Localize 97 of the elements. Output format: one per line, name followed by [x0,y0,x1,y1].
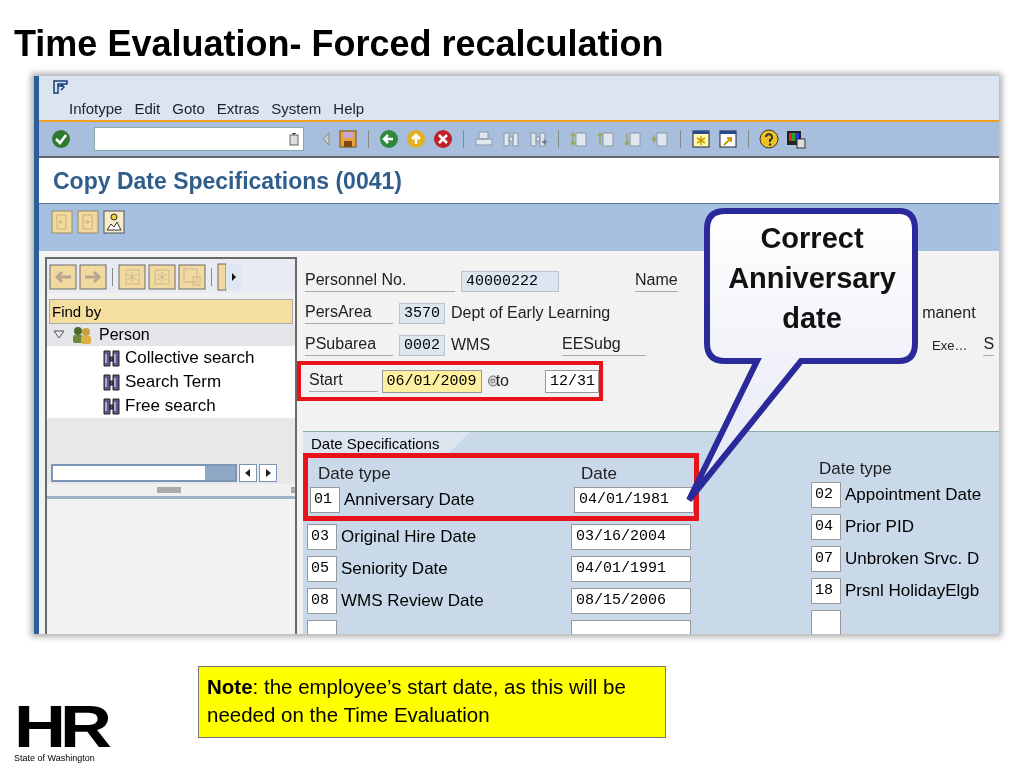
people-icon [71,326,93,344]
cancel-icon[interactable] [433,129,453,149]
menu-item[interactable]: Infotype [69,100,123,117]
binoculars-icon [103,373,120,391]
back-arrow-icon[interactable] [321,131,331,147]
previous-page-icon[interactable] [596,129,616,149]
date-field[interactable]: 03/16/2004 [571,524,691,550]
last-page-icon[interactable] [650,129,670,149]
scroll-left-icon[interactable] [239,464,257,482]
tree-node[interactable]: Person [47,324,295,346]
scroll-right-icon[interactable] [259,464,277,482]
window-menu-icon[interactable] [53,80,69,94]
field-text: WMS [451,336,492,354]
callout-text: Correct Anniversary date [727,221,897,336]
code-field[interactable]: 08 [307,588,337,614]
print-icon[interactable] [474,129,494,149]
date-type-label: Unbroken Srvc. D [845,549,981,569]
slide-title: Time Evaluation- Forced recalculation [13,22,665,60]
code-field[interactable]: 01 [310,487,340,513]
horizontal-scrollbar[interactable] [51,464,237,482]
column-header: Date type [819,459,892,479]
date-type-label: Appointment Date [845,485,983,505]
layout-icon[interactable] [786,129,806,149]
back-icon[interactable] [379,129,399,149]
date-type-label: Original Hire Date [341,527,478,547]
previous-record-icon[interactable] [51,210,73,234]
save-icon[interactable] [338,129,358,149]
screen-title: Copy Date Specifications (0041) [39,158,999,204]
expand-arrow-icon[interactable] [217,263,243,291]
menu-item[interactable]: Edit [134,100,161,117]
start-date-field[interactable]: 06/01/2009 [381,369,482,393]
command-field[interactable] [94,127,304,151]
date-type-label: Prior PID [845,517,915,537]
field-text: Dept of Early Learning [451,304,611,322]
menu-item[interactable]: System [271,100,322,117]
tree-item[interactable]: Free search [47,394,295,418]
shortcut-icon[interactable] [718,129,738,149]
field-label: Personnel No. [305,270,455,292]
code-field: 0002 [399,334,445,356]
date-type-label: Prsnl HolidayElgb [845,581,981,601]
field-label: PersArea [305,302,393,324]
date-field[interactable]: 04/01/1981 [574,487,694,513]
date-field[interactable]: 08/15/2006 [571,588,691,614]
expand-toggle-icon[interactable] [53,330,65,340]
code-field[interactable]: 07 [811,546,841,572]
star-item-icon[interactable] [148,264,176,290]
check-icon[interactable] [51,129,71,149]
code-field[interactable] [811,610,841,634]
menu-item[interactable]: Help [333,100,365,117]
field-label: EESubg [562,334,646,356]
overview-icon[interactable] [103,210,125,234]
field-label: Name [635,270,678,292]
list-item-icon[interactable] [178,264,206,290]
menu-item[interactable]: Extras [216,100,260,117]
field-text: manent [922,304,976,322]
field-text: Exe… [932,337,968,353]
new-item-icon[interactable] [118,264,146,290]
field-label: PSubarea [305,334,393,356]
column-header: Date type [318,464,392,484]
new-session-icon[interactable] [691,129,711,149]
date-field[interactable]: 04/01/1991 [571,556,691,582]
note-box: Note: the employee’s start date, as this will be needed on the Time Evaluation [198,666,666,738]
date-type-label: Anniversary Date [344,490,476,510]
code-field: 3570 [399,302,445,324]
date-type-label: Seniority Date [341,559,449,579]
exit-icon[interactable] [406,129,426,149]
field-label: Start [309,370,378,392]
tree-item[interactable]: Search Term [47,370,295,394]
end-date-field[interactable]: 12/31 [545,369,599,393]
dropdown-icon[interactable] [289,132,299,146]
code-field[interactable]: 04 [811,514,841,540]
personnel-number-field: 40000222 [461,270,559,292]
scroll-thumb[interactable] [205,466,235,480]
code-field[interactable]: 03 [307,524,337,550]
logo-mark: HR [14,703,108,751]
menu-item[interactable]: Goto [172,100,205,117]
field-label: to [495,372,509,390]
next-page-icon[interactable] [623,129,643,149]
code-field[interactable]: 18 [811,578,841,604]
tree-item[interactable]: Collective search [47,346,295,370]
tree-item-label: Collective search [125,347,255,369]
code-field[interactable]: 02 [811,482,841,508]
binoculars-icon [103,397,120,415]
date-type-label: WMS Review Date [341,591,485,611]
tree-item-label: Search Term [125,371,222,393]
find-next-icon[interactable] [528,129,548,149]
tree-node-label: Person [99,326,150,344]
binoculars-icon [103,349,120,367]
code-field[interactable]: 05 [307,556,337,582]
field-text: S [983,334,995,356]
tree-item-label: Free search [125,395,216,417]
first-page-icon[interactable] [569,129,589,149]
logo-caption: State of Washington [14,753,96,763]
help-icon[interactable] [759,129,779,149]
column-header: Date [581,464,617,484]
find-by-header: Find by [49,299,293,324]
find-icon[interactable] [501,129,521,149]
